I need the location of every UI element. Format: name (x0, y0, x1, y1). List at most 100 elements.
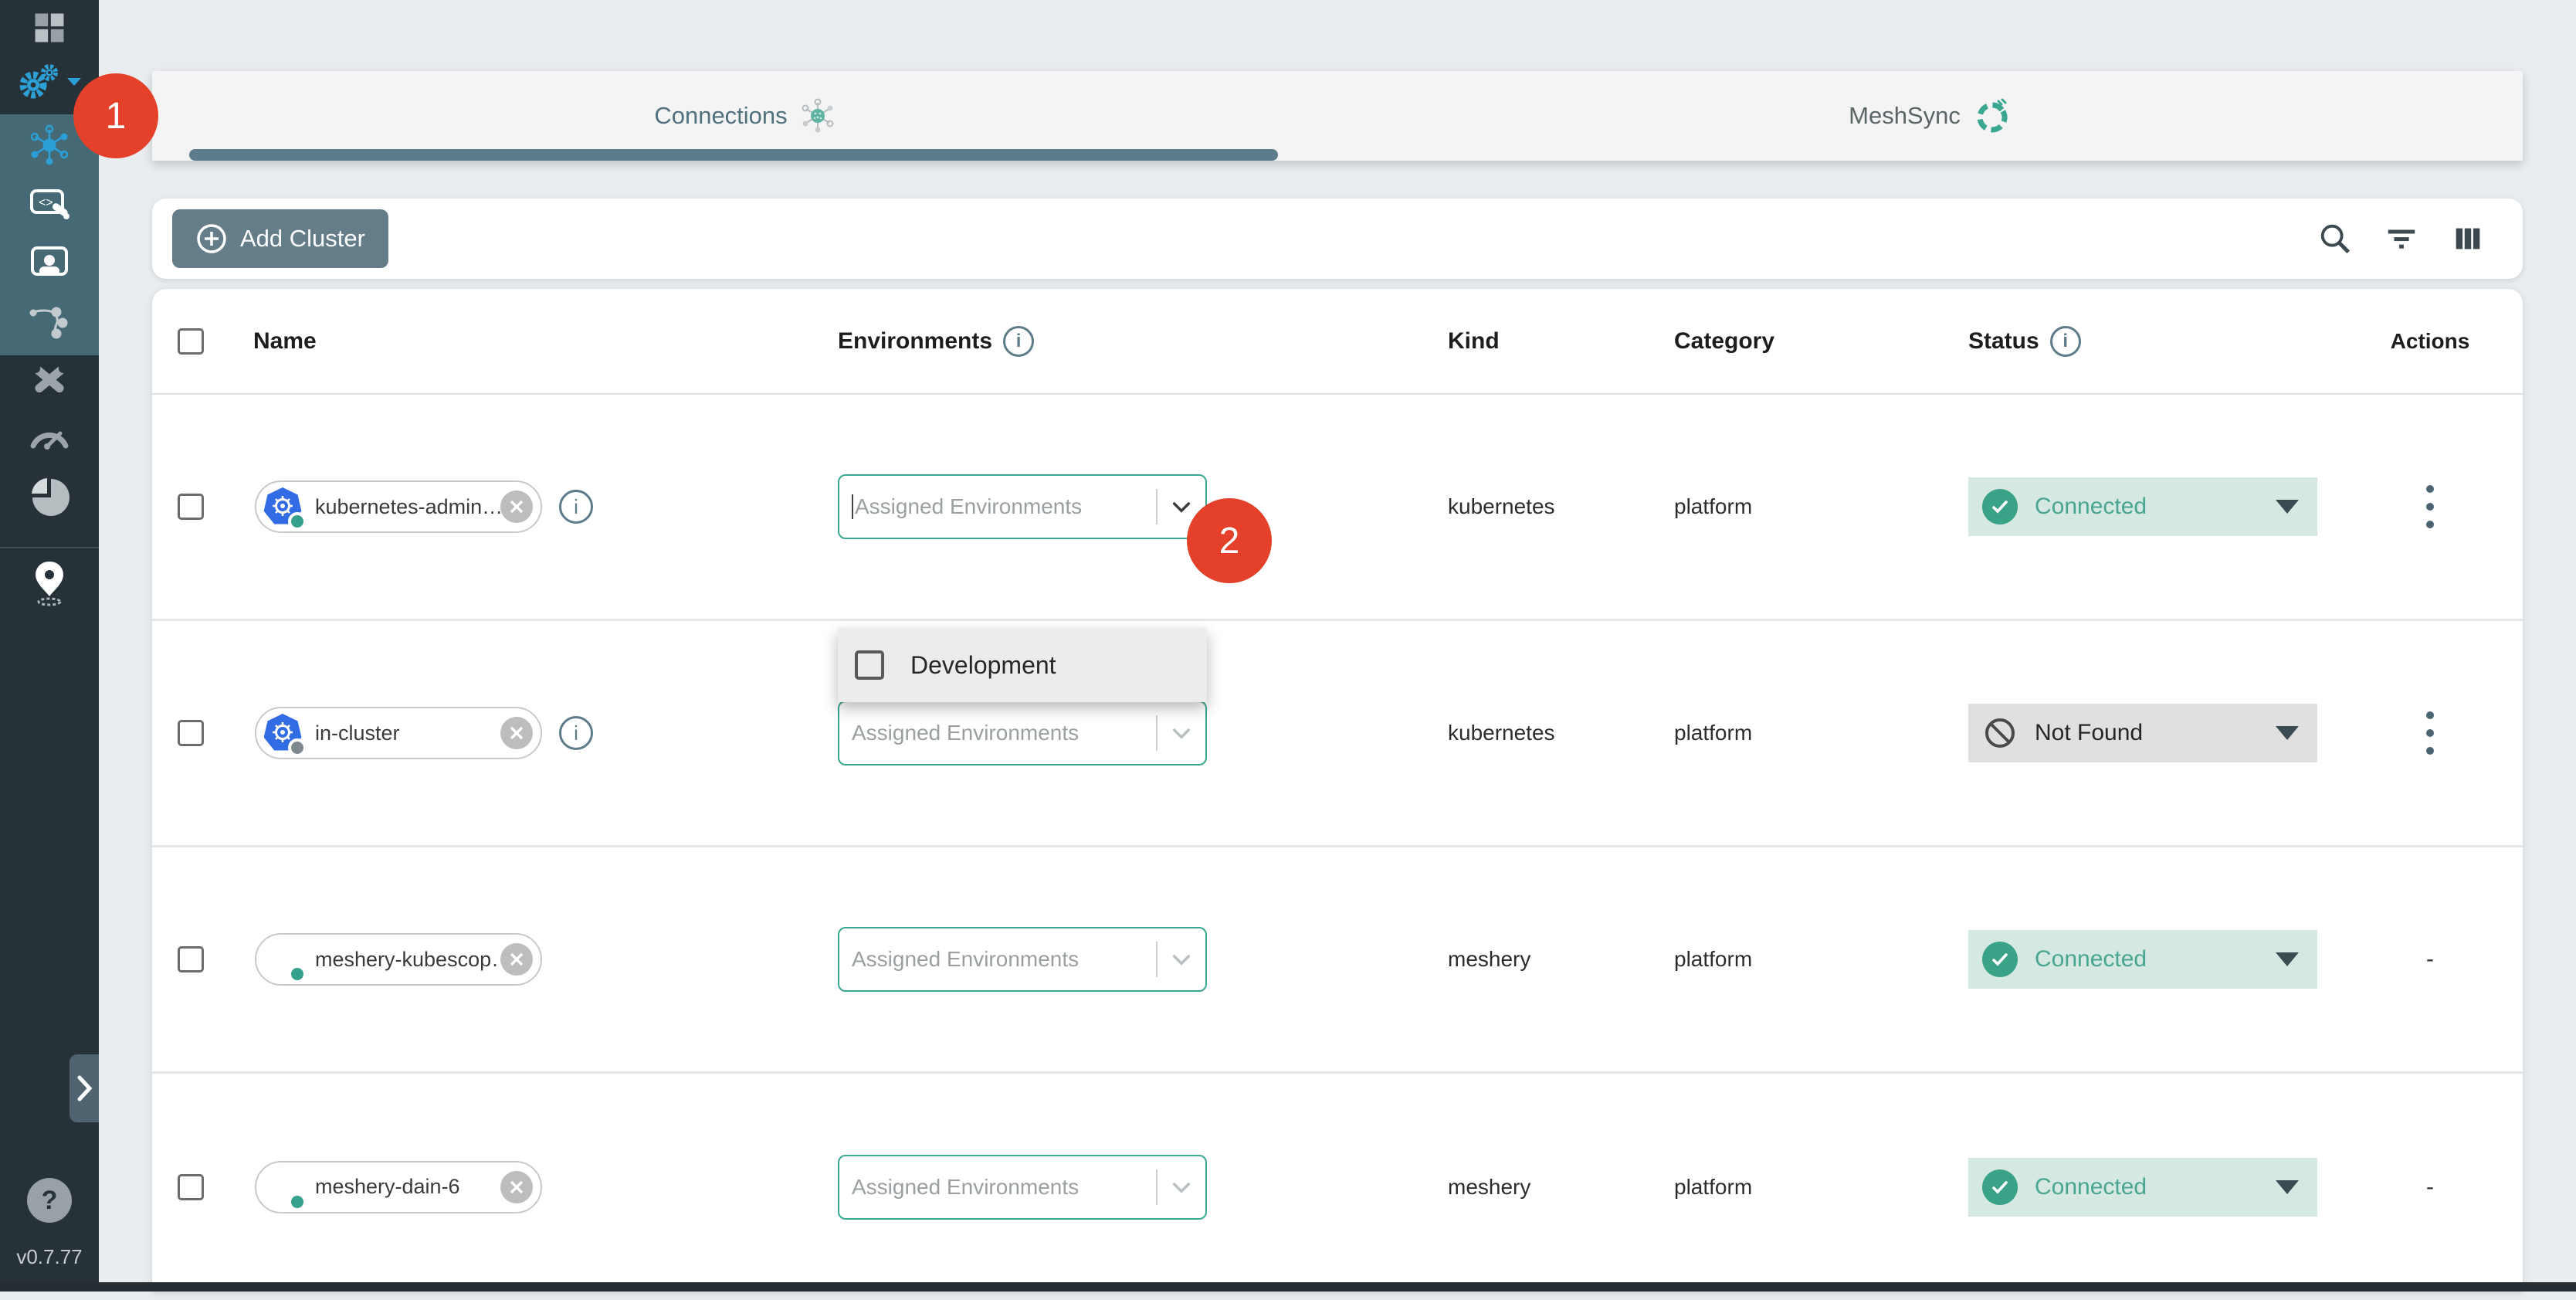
view-columns-icon[interactable] (2450, 221, 2486, 256)
active-tab-indicator (189, 149, 1278, 161)
kind-cell: kubernetes (1448, 721, 1674, 745)
environment-option-checkbox[interactable] (855, 650, 884, 680)
sidebar-item-catalog[interactable] (0, 558, 99, 607)
connected-check-icon (1982, 1169, 2018, 1205)
header-status[interactable]: Status i (1968, 326, 2337, 357)
bottom-edge-band (0, 1282, 2576, 1292)
table-row: kubernetes-admin… i Assigned Environment… (152, 395, 2523, 621)
connection-name: in-cluster (315, 721, 500, 745)
row-actions-menu-icon[interactable] (2426, 485, 2434, 528)
environments-placeholder: Assigned Environments (852, 494, 1156, 519)
row-actions-menu-icon[interactable] (2426, 711, 2434, 755)
sidebar-item-configuration[interactable] (0, 358, 99, 400)
chevron-down-icon (66, 76, 83, 88)
header-kind[interactable]: Kind (1448, 328, 1674, 355)
kind-cell: kubernetes (1448, 494, 1674, 519)
user-avatar-icon (263, 1167, 303, 1207)
add-cluster-button[interactable]: Add Cluster (172, 209, 388, 268)
connection-status-dot (288, 965, 307, 983)
sidebar-item-performance[interactable] (0, 416, 99, 454)
status-badge[interactable]: Connected (1968, 477, 2317, 536)
no-actions-placeholder: - (2426, 946, 2434, 972)
category-cell: platform (1674, 494, 1968, 519)
connection-status-dot (288, 738, 307, 757)
connected-check-icon (1982, 489, 2018, 524)
sidebar-expand-button[interactable] (69, 1054, 99, 1122)
row-checkbox[interactable] (178, 946, 204, 972)
dashboard-icon (31, 9, 68, 46)
sidebar-item-extensions[interactable] (0, 476, 99, 519)
environments-select[interactable]: Assigned Environments (838, 927, 1207, 992)
pie-icon (29, 477, 70, 518)
screen-user-icon (29, 243, 70, 282)
status-info-icon[interactable]: i (2050, 326, 2081, 357)
remove-connection-icon[interactable] (500, 717, 533, 749)
remove-connection-icon[interactable] (500, 490, 533, 523)
sidebar-item-designs[interactable] (0, 243, 99, 283)
select-all-checkbox[interactable] (178, 328, 204, 355)
environments-placeholder: Assigned Environments (852, 947, 1156, 972)
kubernetes-icon (263, 487, 303, 527)
filter-icon[interactable] (2384, 221, 2419, 256)
status-badge[interactable]: Connected (1968, 1158, 2317, 1217)
sidebar-item-workloads[interactable] (0, 301, 99, 341)
connections-icon (29, 124, 70, 166)
connections-table: Name Environments i Kind Category Status… (152, 289, 2523, 1292)
header-category[interactable]: Category (1674, 328, 1968, 355)
category-cell: platform (1674, 721, 1968, 745)
header-name[interactable]: Name (229, 328, 838, 355)
gear-icon (16, 62, 83, 102)
remove-connection-icon[interactable] (500, 1171, 533, 1203)
remove-connection-icon[interactable] (500, 943, 533, 976)
chevron-down-icon[interactable] (1158, 947, 1205, 972)
row-checkbox[interactable] (178, 720, 204, 746)
add-cluster-label: Add Cluster (240, 225, 365, 253)
connection-status-dot (288, 512, 307, 531)
environment-option-label[interactable]: Development (910, 651, 1056, 680)
connection-chip[interactable]: meshery-kubescop… (255, 933, 542, 986)
plus-circle-icon (195, 222, 228, 255)
kubernetes-icon (263, 713, 303, 753)
status-badge[interactable]: Connected (1968, 930, 2317, 989)
connected-check-icon (1982, 942, 2018, 977)
connection-name: meshery-dain-6 (315, 1175, 500, 1199)
mesh-icon (800, 98, 836, 134)
status-badge[interactable]: Not Found (1968, 704, 2317, 762)
row-checkbox[interactable] (178, 494, 204, 520)
row-checkbox[interactable] (178, 1174, 204, 1200)
sidebar-item-dashboard[interactable] (0, 9, 99, 46)
connection-info-icon[interactable]: i (559, 490, 593, 524)
tab-bar: Connections MeshSync (152, 71, 2523, 161)
environments-placeholder: Assigned Environments (852, 721, 1156, 745)
environments-info-icon[interactable]: i (1003, 326, 1034, 357)
environments-select[interactable]: Assigned Environments (838, 474, 1207, 539)
connection-chip[interactable]: meshery-dain-6 (255, 1161, 542, 1213)
search-icon[interactable] (2317, 221, 2353, 256)
sidebar-help-button[interactable]: ? (0, 1177, 99, 1224)
tab-meshsync[interactable]: MeshSync (1337, 71, 2523, 161)
kind-cell: meshery (1448, 947, 1674, 972)
app-version: v0.7.77 (0, 1245, 99, 1269)
connection-chip[interactable]: kubernetes-admin… (255, 480, 542, 533)
tab-connections[interactable]: Connections (152, 71, 1337, 161)
sidebar-item-adapters[interactable]: <> (0, 184, 99, 224)
environments-placeholder: Assigned Environments (852, 1175, 1156, 1200)
sidebar: <> (0, 0, 99, 1292)
connection-info-icon[interactable]: i (559, 716, 593, 750)
speedometer-icon (28, 418, 71, 452)
connection-chip[interactable]: in-cluster (255, 707, 542, 759)
chevron-down-icon[interactable] (1158, 1175, 1205, 1200)
connection-name: meshery-kubescop… (315, 948, 500, 972)
help-icon: ? (27, 1178, 72, 1223)
environments-select[interactable]: Assigned Environments (838, 1155, 1207, 1220)
no-actions-placeholder: - (2426, 1174, 2434, 1200)
header-actions: Actions (2337, 329, 2523, 354)
environments-select[interactable]: Assigned Environments (838, 701, 1207, 765)
table-row: meshery-kubescop… Assigned Environments … (152, 847, 2523, 1074)
table-header-row: Name Environments i Kind Category Status… (152, 289, 2523, 395)
svg-text:<>: <> (39, 196, 53, 209)
location-pin-icon (31, 558, 68, 606)
connection-name: kubernetes-admin… (315, 495, 500, 519)
chevron-down-icon[interactable] (1158, 721, 1205, 745)
header-environments[interactable]: Environments i (838, 326, 1448, 357)
